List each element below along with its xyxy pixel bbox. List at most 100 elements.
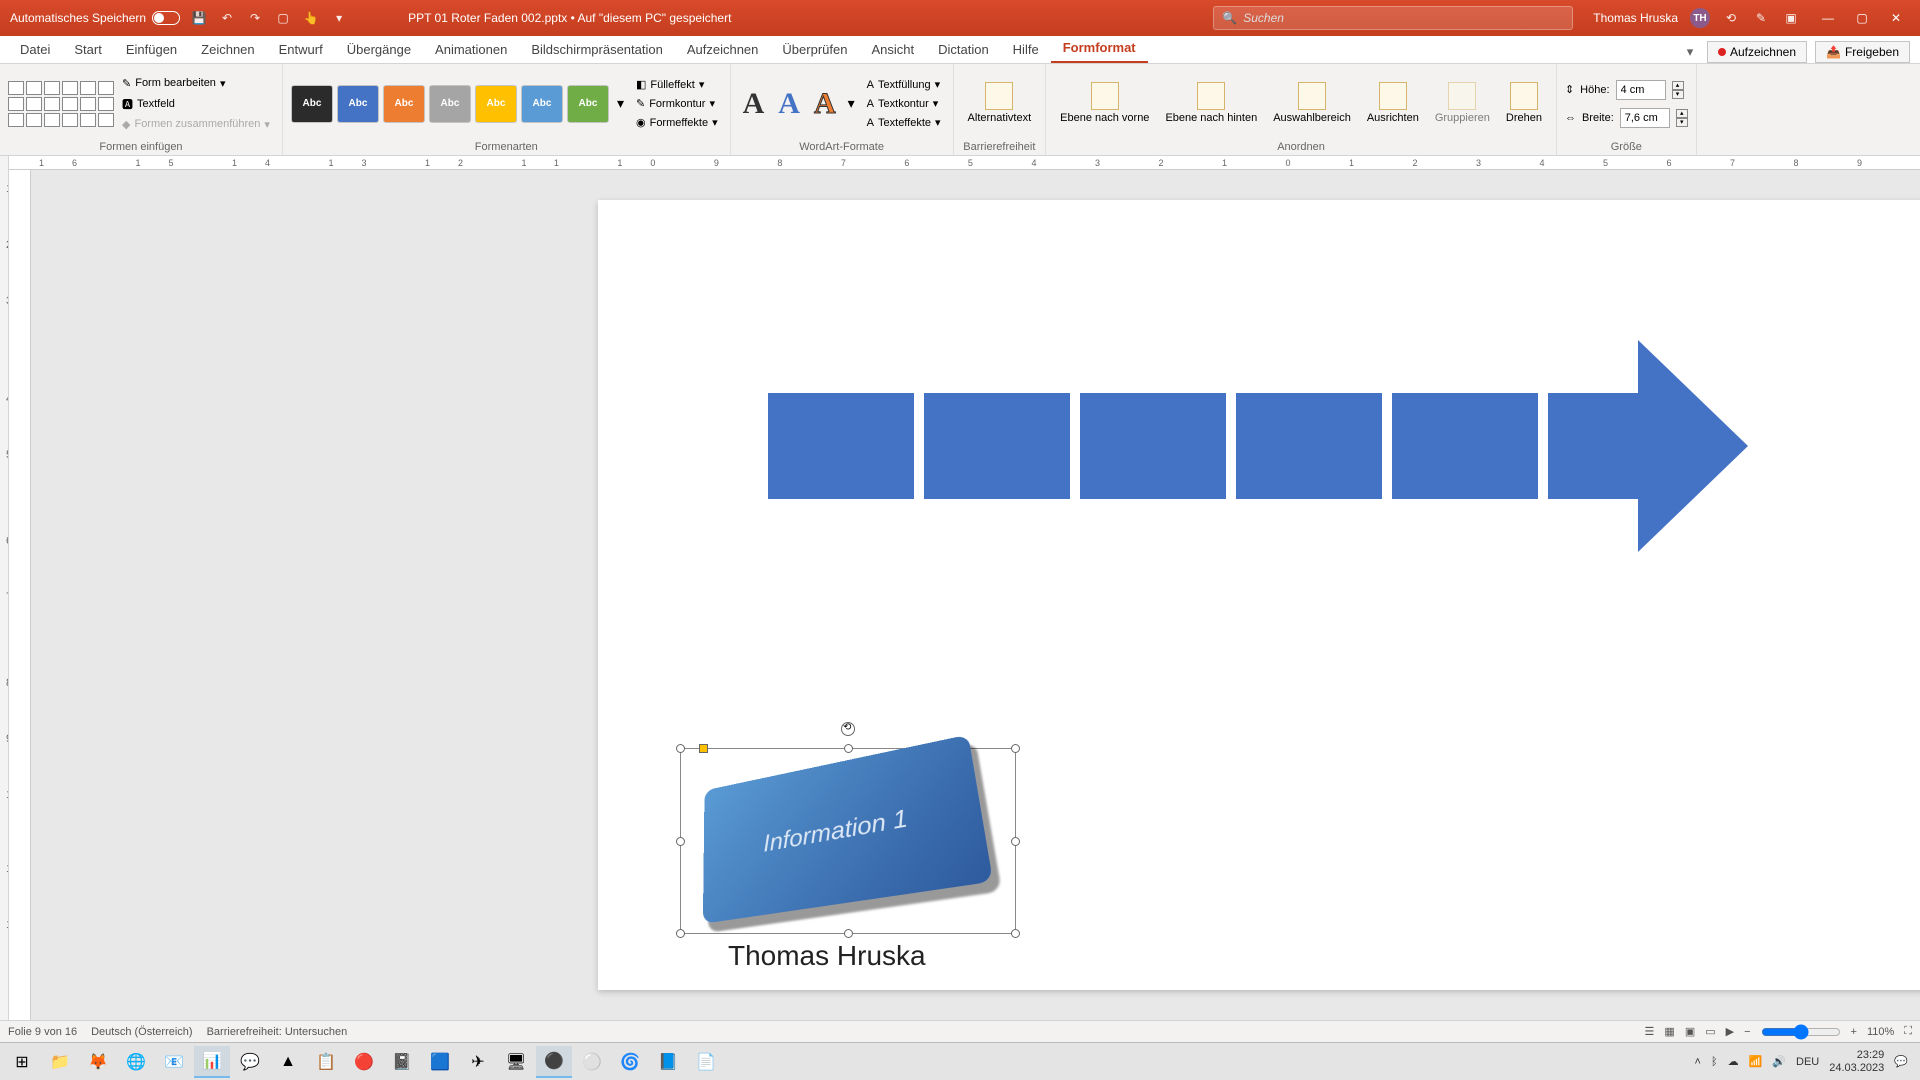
keyboard-layout[interactable]: DEU (1796, 1056, 1819, 1068)
vscode-icon[interactable]: 🟦 (422, 1046, 458, 1078)
resize-handle[interactable] (844, 744, 853, 753)
bluetooth-icon[interactable]: ᛒ (1711, 1056, 1718, 1068)
spin-up[interactable]: ▴ (1672, 81, 1684, 90)
fit-icon[interactable]: ⛶ (1904, 1025, 1912, 1038)
resize-handle[interactable] (844, 929, 853, 938)
wordart-style[interactable]: A (739, 87, 769, 121)
adjustment-handle[interactable] (699, 744, 708, 753)
textfield-button[interactable]: 🅰 Textfeld (118, 94, 274, 114)
powerpoint-icon[interactable]: 📊 (194, 1046, 230, 1078)
wifi-icon[interactable]: 📶 (1749, 1055, 1763, 1068)
shape-thumb[interactable] (44, 113, 60, 127)
canvas-area[interactable]: Information 1 Thomas Hruska (31, 170, 1920, 1020)
shape-thumb[interactable] (98, 81, 114, 95)
resize-handle[interactable] (1011, 744, 1020, 753)
shape-fill-button[interactable]: ◧ Fülleffekt ▾ (632, 76, 722, 93)
explorer-icon[interactable]: 📁 (42, 1046, 78, 1078)
shape-thumb[interactable] (26, 81, 42, 95)
normal-view-icon[interactable]: ▦ (1664, 1025, 1674, 1038)
start-button[interactable]: ⊞ (4, 1046, 40, 1078)
slideshow-icon[interactable]: ▶ (1726, 1025, 1734, 1038)
tray-up-icon[interactable]: ˄ (1695, 1056, 1701, 1068)
obs-icon[interactable]: ⚫ (536, 1046, 572, 1078)
notifications-icon[interactable]: 💬 (1894, 1055, 1908, 1068)
info-3d-shape[interactable]: Information 1 (688, 756, 1008, 926)
wordart-style[interactable]: A (774, 87, 804, 121)
style-swatch[interactable]: Abc (521, 85, 563, 123)
vlc-icon[interactable]: ▲ (270, 1046, 306, 1078)
arrow-segment[interactable] (1548, 393, 1638, 499)
spin-down[interactable]: ▾ (1672, 90, 1684, 99)
share-button[interactable]: 📤Freigeben (1815, 41, 1910, 63)
shape-thumb[interactable] (26, 113, 42, 127)
text-fill-button[interactable]: A Textfüllung ▾ (863, 76, 945, 93)
shape-gallery[interactable] (8, 81, 114, 127)
rotation-handle[interactable] (841, 722, 855, 736)
undo-icon[interactable]: ↶ (218, 9, 236, 27)
style-more-icon[interactable]: ▾ (613, 95, 628, 112)
language[interactable]: Deutsch (Österreich) (91, 1026, 192, 1038)
app-icon[interactable]: 📋 (308, 1046, 344, 1078)
shape-thumb[interactable] (44, 81, 60, 95)
user-avatar[interactable]: TH (1690, 8, 1710, 28)
style-swatch[interactable]: Abc (429, 85, 471, 123)
width-input[interactable] (1620, 108, 1670, 128)
tab-formformat[interactable]: Formformat (1051, 34, 1148, 63)
minimize-button[interactable]: — (1812, 4, 1844, 32)
selection-pane-button[interactable]: Auswahlbereich (1267, 80, 1357, 126)
tab-aufzeichnen[interactable]: Aufzeichnen (675, 36, 771, 63)
notes-icon[interactable]: ☰ (1645, 1025, 1655, 1038)
bring-forward-button[interactable]: Ebene nach vorne (1054, 80, 1155, 126)
arrow-process-shape[interactable] (768, 340, 1748, 552)
autosave-toggle[interactable]: Automatisches Speichern (10, 11, 180, 25)
app-icon[interactable]: 🔴 (346, 1046, 382, 1078)
sound-icon[interactable]: 🔊 (1772, 1055, 1786, 1068)
wordart-more-icon[interactable]: ▾ (844, 95, 859, 112)
align-button[interactable]: Ausrichten (1361, 80, 1425, 126)
shape-thumb[interactable] (80, 81, 96, 95)
shape-thumb[interactable] (62, 113, 78, 127)
touch-icon[interactable]: 👆 (302, 9, 320, 27)
save-icon[interactable]: 💾 (190, 9, 208, 27)
spin-up[interactable]: ▴ (1676, 109, 1688, 118)
style-swatch[interactable]: Abc (567, 85, 609, 123)
system-tray[interactable]: ˄ ᛒ ☁ 📶 🔊 DEU 23:29 24.03.2023 💬 (1695, 1049, 1916, 1073)
sorter-view-icon[interactable]: ▣ (1685, 1025, 1695, 1038)
tab-ansicht[interactable]: Ansicht (859, 36, 926, 63)
tab-bildschirm[interactable]: Bildschirmpräsentation (519, 36, 675, 63)
shape-thumb[interactable] (80, 113, 96, 127)
height-input[interactable] (1616, 80, 1666, 100)
send-backward-button[interactable]: Ebene nach hinten (1159, 80, 1263, 126)
wordart-gallery[interactable]: A A A (739, 87, 840, 121)
present-icon[interactable]: ▢ (274, 9, 292, 27)
shape-thumb[interactable] (62, 81, 78, 95)
resize-handle[interactable] (676, 929, 685, 938)
search-box[interactable]: 🔍 (1213, 6, 1573, 30)
arrow-segment[interactable] (1392, 393, 1538, 499)
shape-thumb[interactable] (8, 113, 24, 127)
tab-einfuegen[interactable]: Einfügen (114, 36, 189, 63)
tab-dictation[interactable]: Dictation (926, 36, 1001, 63)
resize-handle[interactable] (676, 744, 685, 753)
shape-thumb[interactable] (26, 97, 42, 111)
resize-handle[interactable] (1011, 929, 1020, 938)
tab-uebergaenge[interactable]: Übergänge (335, 36, 423, 63)
tab-animationen[interactable]: Animationen (423, 36, 519, 63)
text-effects-button[interactable]: A Texteffekte ▾ (863, 114, 945, 131)
rotate-button[interactable]: Drehen (1500, 80, 1548, 126)
tab-entwurf[interactable]: Entwurf (267, 36, 335, 63)
sync-icon[interactable]: ⟲ (1722, 9, 1740, 27)
slide-thumbnails-panel[interactable]: Standardabsc... 1 2 3 3D Modelle i... 4 … (0, 156, 9, 1020)
qat-more-icon[interactable]: ▾ (330, 9, 348, 27)
shape-thumb[interactable] (62, 97, 78, 111)
firefox-icon[interactable]: 🦊 (80, 1046, 116, 1078)
maximize-button[interactable]: ▢ (1846, 4, 1878, 32)
author-text[interactable]: Thomas Hruska (728, 940, 926, 972)
cloud-icon[interactable]: ☁ (1728, 1055, 1739, 1068)
shape-effects-button[interactable]: ◉ Formeffekte ▾ (632, 114, 722, 131)
wordart-style[interactable]: A (810, 87, 840, 121)
tab-datei[interactable]: Datei (8, 36, 62, 63)
tab-start[interactable]: Start (62, 36, 113, 63)
toggle-switch[interactable] (152, 11, 180, 25)
onenote-icon[interactable]: 📓 (384, 1046, 420, 1078)
